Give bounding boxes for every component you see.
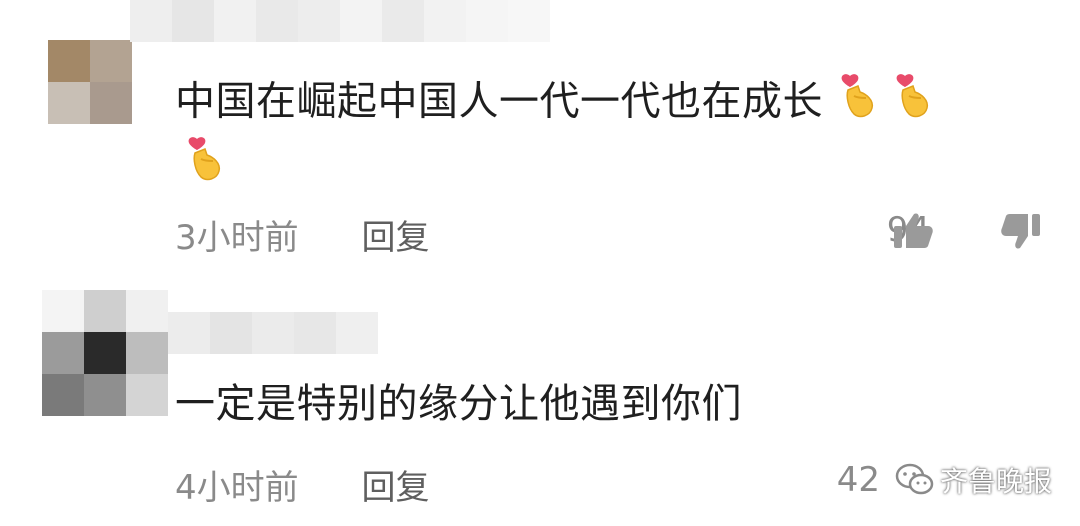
heart-hands-emoji-icon — [836, 72, 878, 135]
reply-button[interactable]: 回复 — [361, 468, 429, 508]
comment-text: 一定是特别的缘分让他遇到你们 — [175, 376, 742, 432]
reply-button[interactable]: 回复 — [361, 218, 429, 258]
avatar[interactable] — [48, 40, 132, 124]
like-count: 42 — [836, 460, 880, 500]
thumbs-down-icon[interactable] — [1000, 212, 1042, 256]
comment-time: 4小时前 — [175, 468, 299, 508]
heart-hands-emoji-icon — [183, 135, 225, 198]
wechat-icon — [895, 462, 935, 502]
comment-meta: 4小时前 回复 — [175, 460, 481, 509]
username-blurred[interactable] — [168, 312, 378, 354]
comment-meta: 3小时前 回复 — [175, 210, 481, 259]
thumbs-up-icon[interactable] — [892, 210, 934, 254]
watermark-text: 齐鲁晚报 — [940, 465, 1053, 498]
heart-hands-emoji-icon — [891, 72, 933, 135]
comment-time: 3小时前 — [175, 218, 299, 258]
comment-text: 中国在崛起中国人一代一代也在成长 — [175, 72, 995, 198]
avatar[interactable] — [42, 290, 168, 416]
username-blurred[interactable] — [130, 0, 550, 42]
comment-item: 中国在崛起中国人一代一代也在成长 3小时前 回复 — [0, 0, 1080, 270]
comment-body: 中国在崛起中国人一代一代也在成长 — [175, 78, 823, 125]
comment-body: 一定是特别的缘分让他遇到你们 — [175, 381, 742, 427]
